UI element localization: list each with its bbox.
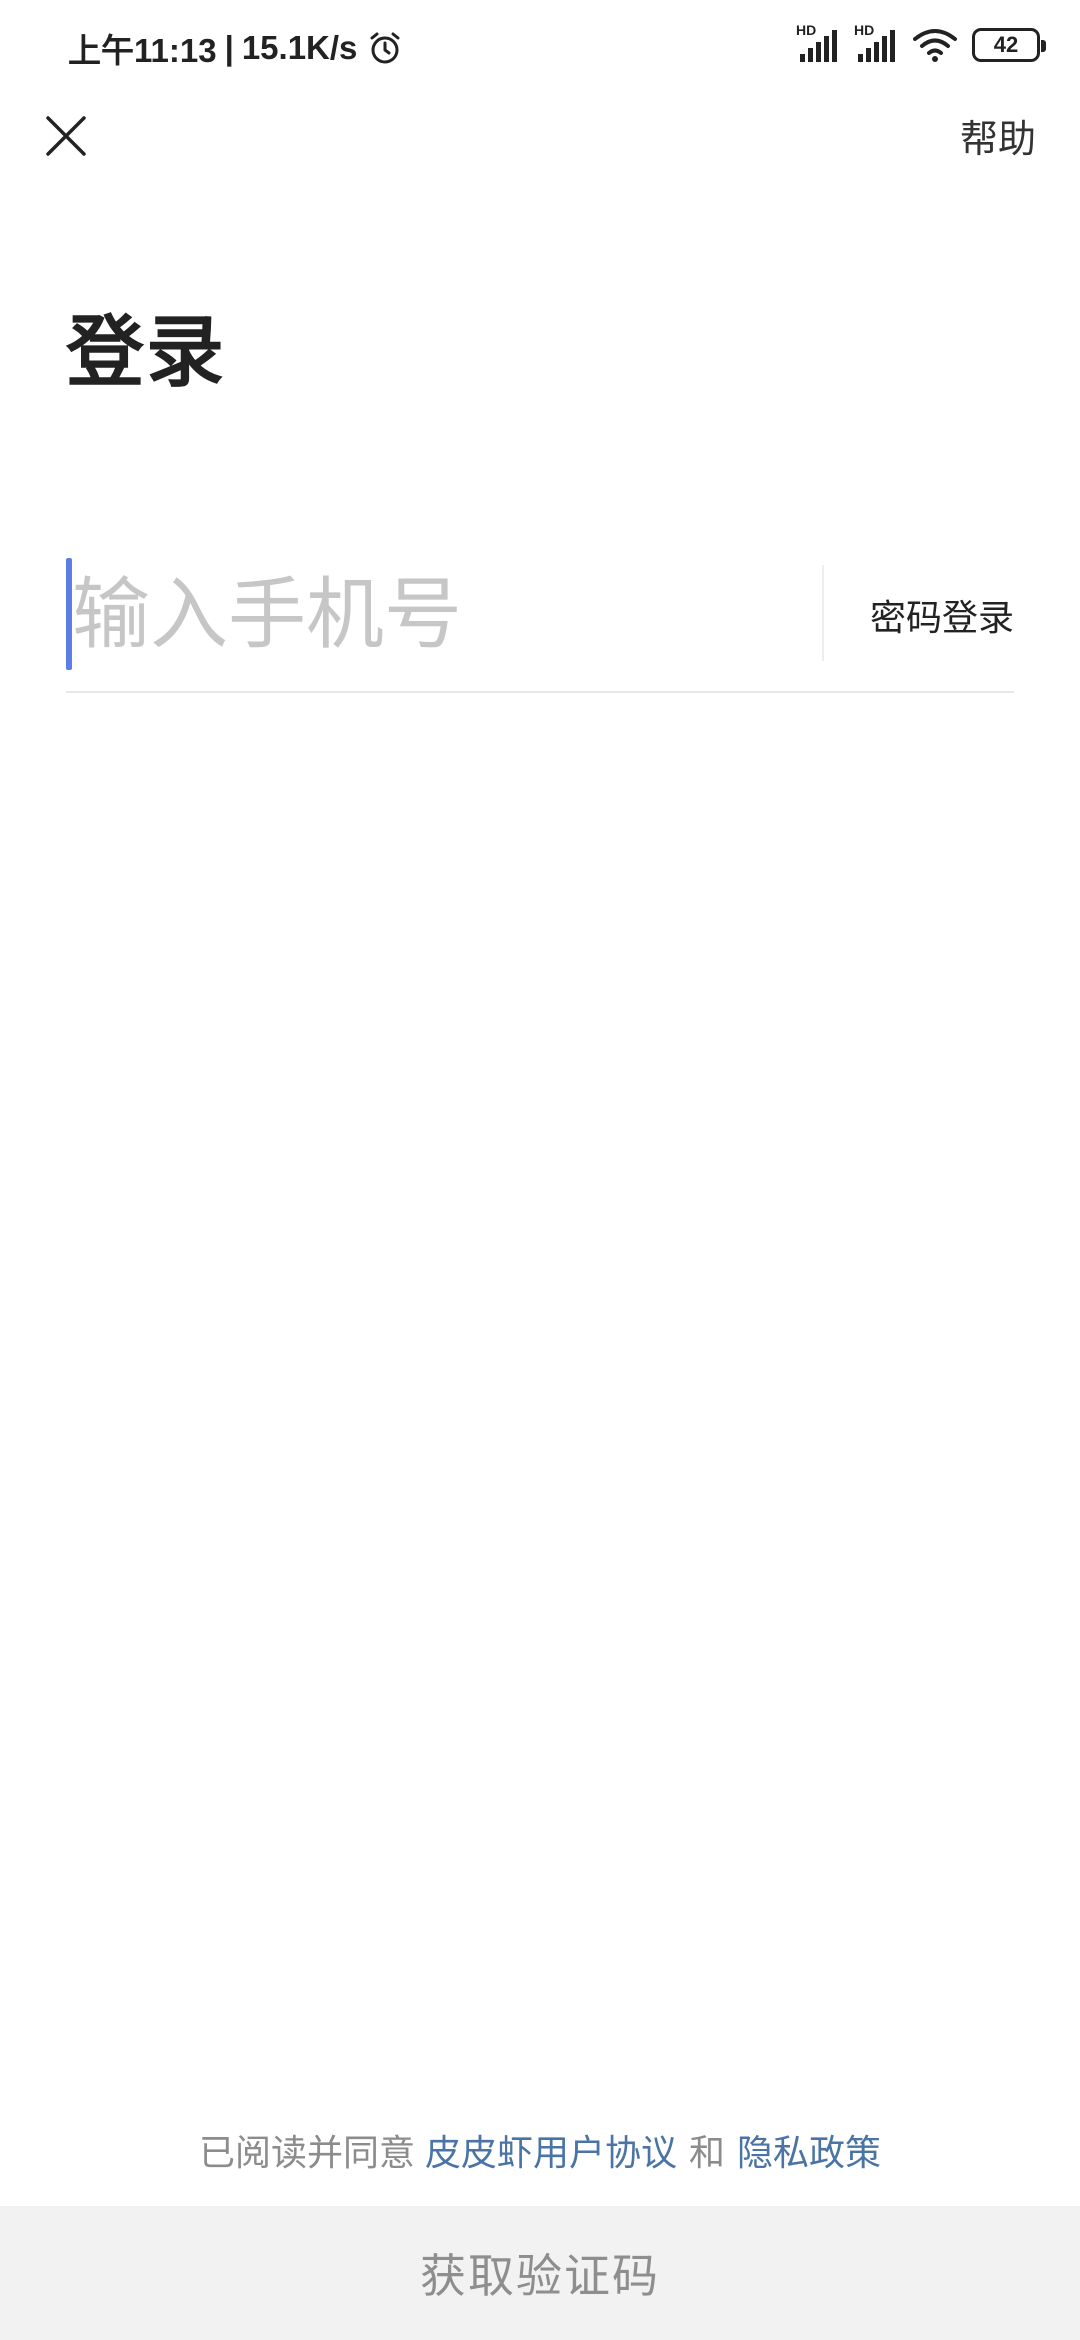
status-time: 上午11:13 — [68, 32, 217, 69]
signal-icon: HD — [854, 22, 898, 64]
agreement-lead: 已阅读并同意 — [198, 2133, 415, 2174]
phone-input-row: 密码登录 — [66, 555, 1014, 693]
alarm-icon — [370, 32, 400, 64]
privacy-policy-link[interactable]: 隐私政策 — [737, 2133, 881, 2174]
phone-number-input[interactable] — [72, 555, 872, 675]
status-separator: | — [224, 29, 234, 66]
agreement-text: 已阅读并同意 皮皮虾用户协议和隐私政策 — [0, 2124, 1080, 2176]
wifi-icon — [913, 29, 957, 62]
close-button[interactable] — [36, 100, 96, 172]
network-speed: 15.1K/s — [241, 29, 358, 66]
status-bar: 上午11:13 | 15.1K/s HD HD 42 — [0, 0, 1080, 90]
login-screen: 上午11:13 | 15.1K/s HD HD 42 帮助 登录 输入手机号 密… — [0, 0, 1080, 2340]
input-divider — [822, 565, 824, 661]
status-left: 上午11:13 | 15.1K/s — [68, 24, 403, 72]
status-right: HD HD 42 — [796, 22, 1046, 64]
close-icon — [46, 116, 86, 156]
password-login-link[interactable]: 密码登录 — [870, 589, 1014, 641]
page-title: 登录 — [66, 308, 227, 398]
agreement-and: 和 — [689, 2133, 726, 2174]
user-agreement-link[interactable]: 皮皮虾用户协议 — [425, 2133, 677, 2174]
help-link[interactable]: 帮助 — [960, 108, 1036, 163]
signal-icon: HD — [796, 22, 840, 64]
battery-level: 42 — [993, 32, 1019, 57]
get-verification-code-button[interactable]: 获取验证码 — [0, 2206, 1080, 2340]
battery-icon: 42 — [972, 28, 1046, 62]
